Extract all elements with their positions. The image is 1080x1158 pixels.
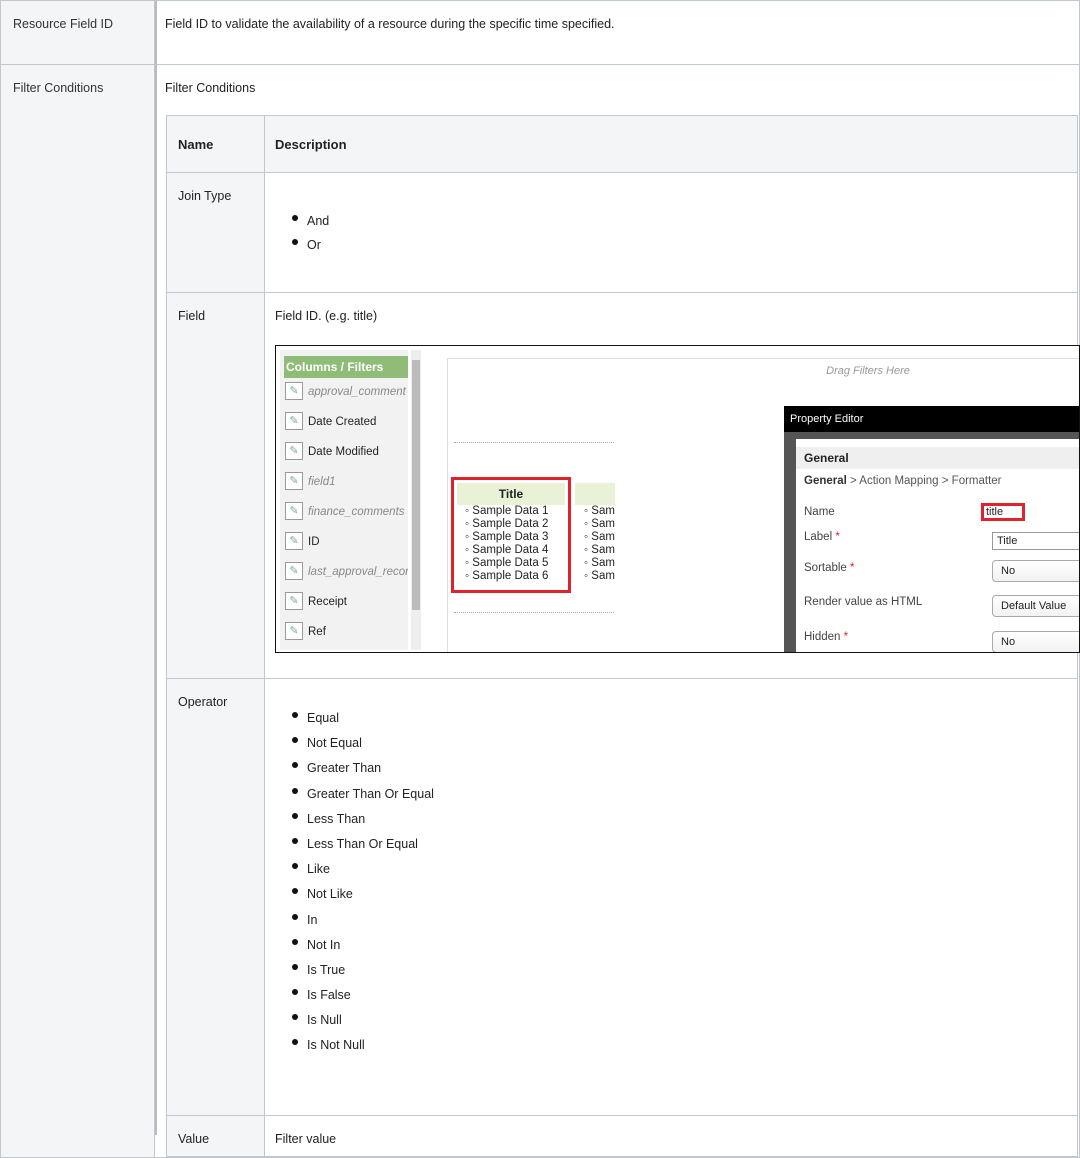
column-item-label: approval_comment — [308, 386, 406, 398]
column-item[interactable]: ✎ Date Modified — [284, 438, 410, 466]
list-item: In — [275, 913, 1077, 938]
field-label: Field — [166, 292, 265, 679]
second-column-row: ◦ Sam — [584, 518, 615, 530]
property-editor-dialog: Property Editor General General > Action… — [784, 406, 1079, 652]
column-item-label: ID — [308, 536, 320, 548]
resource-field-id-label: Resource Field ID — [0, 0, 155, 65]
title-column-highlight — [451, 477, 571, 593]
label-field-label: Label * — [804, 531, 840, 543]
columns-filters-header: Columns / Filters — [284, 356, 408, 378]
list-item: Equal — [275, 711, 1077, 736]
column-item[interactable]: ✎ ID — [284, 528, 410, 556]
join-type-row: Join Type And Or — [166, 172, 1078, 293]
operator-row: Operator Equal Not Equal Greater Than Great… — [166, 678, 1078, 1116]
column-item-label: Date Modified — [308, 446, 379, 458]
list-item: Or — [275, 238, 1077, 262]
header-name: Name — [166, 115, 265, 173]
operator-label: Operator — [166, 678, 265, 1116]
render-html-select[interactable]: Default Value▼ — [992, 595, 1079, 617]
operator-options: Equal Not Equal Greater Than Greater Than O… — [275, 679, 1077, 1064]
edit-icon: ✎ — [285, 412, 303, 430]
edit-icon: ✎ — [285, 532, 303, 550]
list-item: Greater Than — [275, 761, 1077, 786]
hidden-field-label: Hidden * — [804, 631, 849, 643]
bottom-drop-line — [454, 612, 614, 613]
header-description: Description — [264, 115, 1078, 173]
list-item: Less Than Or Equal — [275, 837, 1077, 862]
list-item: Is False — [275, 988, 1077, 1013]
hidden-select[interactable]: No▼ — [992, 631, 1079, 652]
field-row: Field Field ID. (e.g. title) Columns / F… — [166, 292, 1080, 679]
column-item-label: field1 — [308, 476, 336, 488]
join-type-label: Join Type — [166, 172, 265, 293]
second-column-row: ◦ Sam — [584, 570, 615, 582]
column-item-label: last_approval_record — [308, 566, 408, 578]
filter-conditions-label: Filter Conditions — [0, 64, 155, 1158]
column-item[interactable]: ✎ field1 — [284, 468, 410, 496]
edit-icon: ✎ — [285, 382, 303, 400]
scrollbar-thumb[interactable] — [412, 360, 420, 610]
value-description: Filter value — [264, 1115, 1078, 1157]
general-section-header: General — [796, 447, 1079, 469]
report-canvas: Drag Filters Here Title ◦ Sample Data 1 ◦… — [447, 358, 1079, 652]
field-description: Field ID. (e.g. title) — [275, 309, 378, 323]
property-breadcrumb: General > Action Mapping > Formatter — [804, 475, 1002, 487]
column-item-label: Ref — [308, 626, 326, 638]
list-item: Is True — [275, 963, 1077, 988]
second-column-row: ◦ Sam — [584, 557, 615, 569]
list-item: Not In — [275, 938, 1077, 963]
second-column-row: ◦ Sam — [584, 544, 615, 556]
list-item: Greater Than Or Equal — [275, 787, 1077, 812]
column-item[interactable]: ✎ approval_comment — [284, 378, 410, 406]
name-input[interactable]: title — [981, 503, 1025, 521]
name-field-label: Name — [804, 506, 835, 518]
row-filter-conditions: Filter Conditions Filter Conditions Name… — [0, 64, 1080, 1158]
edit-icon: ✎ — [285, 562, 303, 580]
form-builder-screenshot: Columns / Filters ✎ approval_comment ✎ Date… — [275, 345, 1080, 653]
column-item[interactable]: ✎ Ref — [284, 618, 410, 646]
column-item-label: finance_comments — [308, 506, 405, 518]
filter-conditions-title: Filter Conditions — [165, 81, 256, 95]
list-item: Is Not Null — [275, 1038, 1077, 1063]
sortable-select[interactable]: No▼ — [992, 560, 1079, 582]
resource-field-id-description: Field ID to validate the availability of… — [165, 17, 615, 31]
columns-filters-panel: Columns / Filters ✎ approval_comment ✎ Date… — [280, 350, 408, 650]
list-item: Not Like — [275, 887, 1077, 912]
inner-header-row: Name Description — [166, 115, 1078, 173]
value-row: Value Filter value — [166, 1115, 1078, 1157]
properties-table: Resource Field ID Field ID to validate t… — [0, 0, 1080, 1158]
column-item[interactable]: ✎ finance_comments — [284, 498, 410, 526]
label-input[interactable]: Title — [992, 532, 1079, 550]
property-editor-title: Property Editor — [784, 406, 1079, 432]
column-item[interactable]: ✎ last_approval_record — [284, 558, 410, 586]
row-resource-field-id: Resource Field ID Field ID to validate t… — [0, 0, 1080, 65]
edit-icon: ✎ — [285, 592, 303, 610]
edit-icon: ✎ — [285, 502, 303, 520]
drag-filters-hint: Drag Filters Here — [826, 365, 910, 377]
filter-drop-line — [454, 442, 614, 443]
sortable-field-label: Sortable * — [804, 562, 855, 574]
second-column-row: ◦ Sam — [584, 505, 615, 517]
render-html-field-label: Render value as HTML — [804, 596, 923, 608]
panel-scrollbar[interactable] — [411, 350, 421, 650]
edit-icon: ✎ — [285, 622, 303, 640]
list-item: Not Equal — [275, 736, 1077, 761]
list-item: Like — [275, 862, 1077, 887]
edit-icon: ✎ — [285, 472, 303, 490]
list-item: Less Than — [275, 812, 1077, 837]
join-type-options: And Or — [275, 173, 1077, 262]
edit-icon: ✎ — [285, 442, 303, 460]
list-item: Is Null — [275, 1013, 1077, 1038]
filter-conditions-table: Name Description Join Type And Or Field — [166, 115, 1080, 1157]
column-item-label: Receipt — [308, 596, 347, 608]
second-column-header — [575, 483, 615, 505]
column-item-label: Date Created — [308, 416, 377, 428]
list-item: And — [275, 214, 1077, 238]
column-item[interactable]: ✎ Receipt — [284, 588, 410, 616]
second-column-row: ◦ Sam — [584, 531, 615, 543]
value-label: Value — [166, 1115, 265, 1157]
column-item[interactable]: ✎ Date Created — [284, 408, 410, 436]
